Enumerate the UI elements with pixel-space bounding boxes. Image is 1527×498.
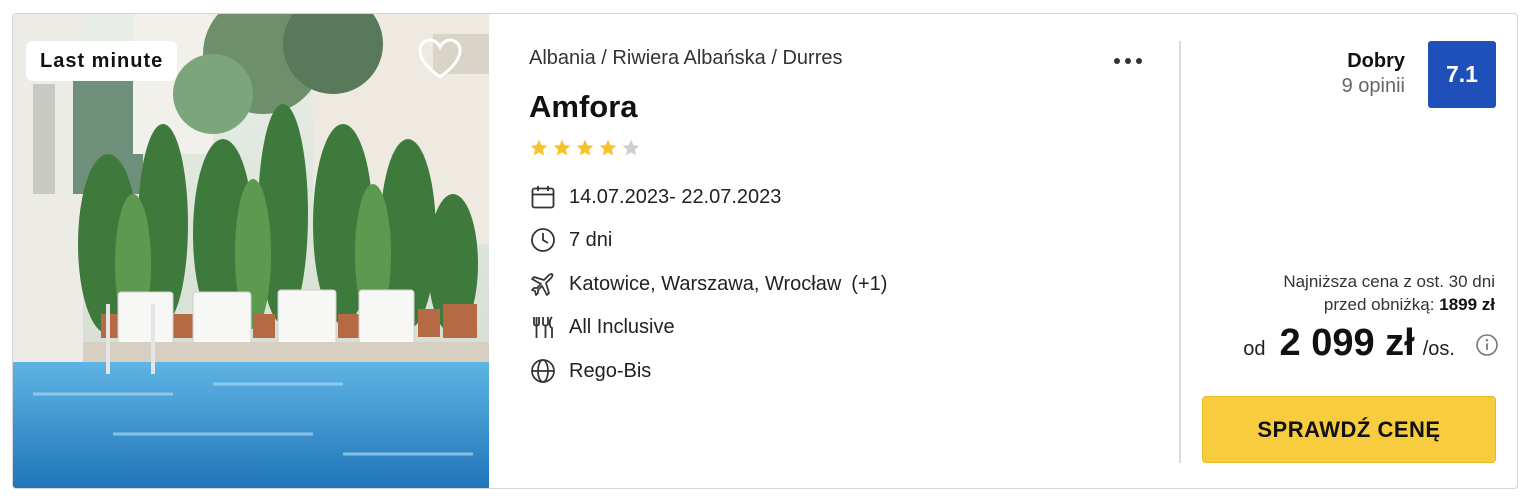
rating-count[interactable]: 9 opinii <box>1342 75 1405 98</box>
lowest-price-line1: Najniższa cena z ost. 30 dni <box>1283 272 1495 291</box>
offer-card[interactable]: Last minute Albania / Riwiera Albańska /… <box>12 13 1518 489</box>
dates-text: 14.07.2023- 22.07.2023 <box>569 185 782 208</box>
star-filled-icon <box>576 139 594 156</box>
rating-label: Dobry <box>1347 50 1405 72</box>
vertical-divider <box>1179 41 1181 463</box>
departures-text: Katowice, Warszawa, Wrocław <box>569 272 842 295</box>
star-filled-icon <box>530 139 548 156</box>
cutlery-icon <box>529 313 557 341</box>
price-row: od 2 099 zł /os. <box>1243 322 1499 372</box>
departures-more[interactable]: (+1) <box>851 273 887 296</box>
board-text: All Inclusive <box>569 315 675 338</box>
price-amount: 2 099 zł <box>1279 322 1415 364</box>
hotel-photo[interactable]: Last minute <box>13 14 489 488</box>
star-filled-icon <box>599 139 617 156</box>
pool-photo-illustration <box>13 14 489 488</box>
calendar-icon <box>529 183 557 211</box>
more-dots-icon[interactable] <box>1114 52 1150 70</box>
plane-icon <box>529 270 557 298</box>
price-prefix: od <box>1243 338 1266 360</box>
globe-icon <box>529 357 557 385</box>
check-price-button[interactable]: SPRAWDŹ CENĘ <box>1202 396 1496 463</box>
clock-icon <box>529 226 557 254</box>
price-per-person: /os. <box>1422 338 1455 360</box>
operator-text: Rego-Bis <box>569 359 652 382</box>
hotel-name[interactable]: Amfora <box>529 89 638 125</box>
dates-row: 14.07.2023- 22.07.2023 <box>529 182 781 212</box>
info-icon[interactable] <box>1475 333 1499 357</box>
last-minute-badge: Last minute <box>26 41 178 81</box>
star-rating <box>529 138 641 158</box>
lowest-price-value: 1899 zł <box>1439 295 1495 314</box>
heart-icon[interactable] <box>417 38 463 80</box>
star-empty-icon <box>622 139 640 156</box>
star-filled-icon <box>553 139 571 156</box>
lowest-price-line2: przed obniżką: 1899 zł <box>1323 295 1495 314</box>
operator-row: Rego-Bis <box>529 356 651 386</box>
rating-score-badge: 7.1 <box>1428 41 1496 108</box>
location-breadcrumb[interactable]: Albania / Riwiera Albańska / Durres <box>529 47 842 70</box>
departures-row: Katowice, Warszawa, Wrocław (+1) <box>529 269 887 299</box>
lowest-price-note: Najniższa cena z ost. 30 dni przed obniż… <box>1283 270 1495 316</box>
duration-text: 7 dni <box>569 228 613 251</box>
offer-info: Albania / Riwiera Albańska / Durres Amfo… <box>529 14 1179 488</box>
duration-row: 7 dni <box>529 225 612 255</box>
board-row: All Inclusive <box>529 312 675 342</box>
